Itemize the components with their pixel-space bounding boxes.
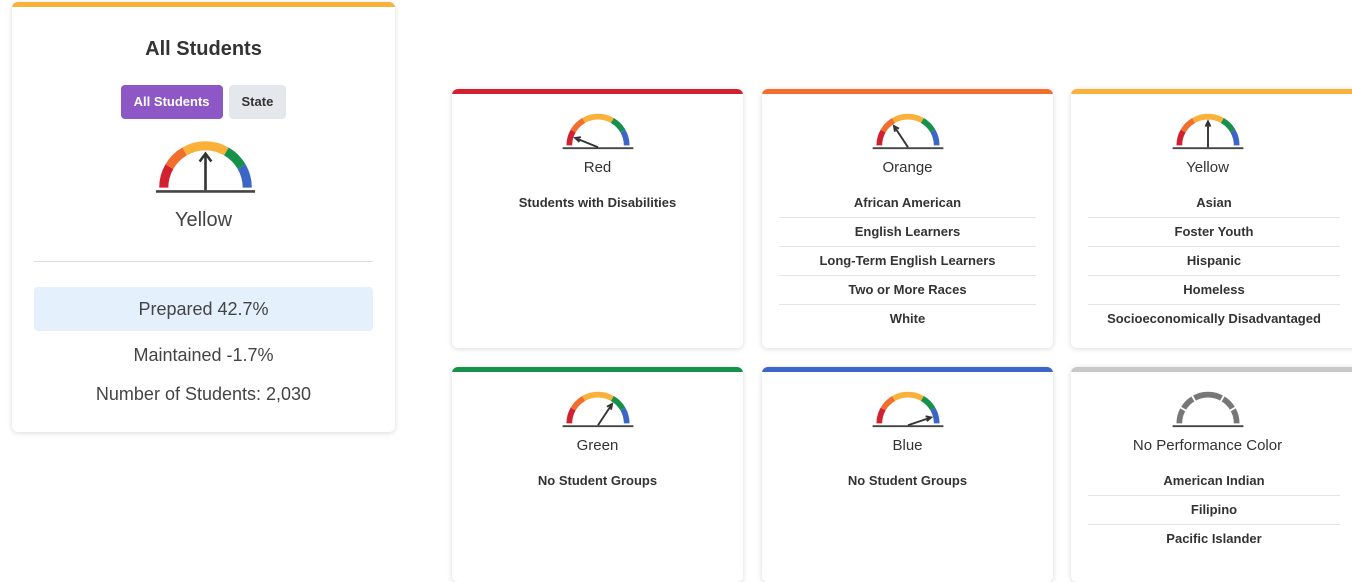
card-accent-bar xyxy=(762,367,1053,372)
gauge-icon xyxy=(562,113,633,150)
student-group-list: No Student Groups xyxy=(779,467,1036,495)
color-label: Red xyxy=(583,159,612,176)
color-label: Orange xyxy=(882,159,933,176)
all-students-toggle[interactable]: All Students xyxy=(120,85,223,119)
divider xyxy=(34,261,373,262)
student-group-list: No Student Groups xyxy=(469,467,726,495)
list-item: American Indian xyxy=(1088,467,1340,496)
list-item: No Student Groups xyxy=(847,473,968,488)
list-item: Filipino xyxy=(1088,496,1340,525)
gauge-icon xyxy=(562,391,633,428)
list-item: Asian xyxy=(1088,189,1340,218)
card-accent-bar xyxy=(452,367,743,372)
list-item: Hispanic xyxy=(1088,247,1340,276)
list-item: Students with Disabilities xyxy=(518,195,677,210)
card-accent-bar xyxy=(12,2,395,7)
gauge-icon xyxy=(1172,113,1243,150)
gauge-icon xyxy=(872,113,943,150)
gauge-icon xyxy=(155,141,256,193)
list-item: Pacific Islander xyxy=(1166,531,1262,546)
all-students-card: All Students All Students State Yellow P… xyxy=(12,2,395,432)
card-accent-bar xyxy=(762,89,1053,94)
card-accent-bar xyxy=(1071,367,1352,372)
list-item: Foster Youth xyxy=(1088,218,1340,247)
student-group-list: Asian Foster Youth Hispanic Homeless Soc… xyxy=(1088,189,1340,333)
color-label: Yellow xyxy=(1186,159,1229,176)
list-item: Two or More Races xyxy=(779,276,1036,305)
performance-level: Yellow xyxy=(174,209,233,231)
list-item: Socioeconomically Disadvantaged xyxy=(1107,311,1321,326)
view-toggle: All Students State xyxy=(12,85,395,119)
state-toggle[interactable]: State xyxy=(228,85,287,119)
list-item: No Student Groups xyxy=(537,473,658,488)
group-card-no-color: No Performance Color American Indian Fil… xyxy=(1071,367,1352,582)
list-item: Long-Term English Learners xyxy=(779,247,1036,276)
card-title: All Students xyxy=(145,38,262,60)
student-count: Number of Students: 2,030 xyxy=(95,384,312,404)
group-card-red: Red Students with Disabilities xyxy=(452,89,743,348)
group-card-green: Green No Student Groups xyxy=(452,367,743,582)
student-group-list: Students with Disabilities xyxy=(469,189,726,217)
group-card-orange: Orange African American English Learners… xyxy=(762,89,1053,348)
group-card-blue: Blue No Student Groups xyxy=(762,367,1053,582)
prepared-stat: Prepared 42.7% xyxy=(34,287,373,331)
color-label: Green xyxy=(576,437,619,454)
card-accent-bar xyxy=(452,89,743,94)
group-card-yellow: Yellow Asian Foster Youth Hispanic Homel… xyxy=(1071,89,1352,348)
maintained-stat: Maintained -1.7% xyxy=(133,345,274,365)
color-label: No Performance Color xyxy=(1132,437,1283,454)
student-group-list: African American English Learners Long-T… xyxy=(779,189,1036,333)
student-group-list: American Indian Filipino Pacific Islande… xyxy=(1088,467,1340,553)
list-item: English Learners xyxy=(779,218,1036,247)
list-item: African American xyxy=(779,189,1036,218)
gauge-icon xyxy=(1172,391,1243,428)
card-accent-bar xyxy=(1071,89,1352,94)
list-item: White xyxy=(889,311,926,326)
color-label: Blue xyxy=(892,437,923,454)
gauge-icon xyxy=(872,391,943,428)
list-item: Homeless xyxy=(1088,276,1340,305)
